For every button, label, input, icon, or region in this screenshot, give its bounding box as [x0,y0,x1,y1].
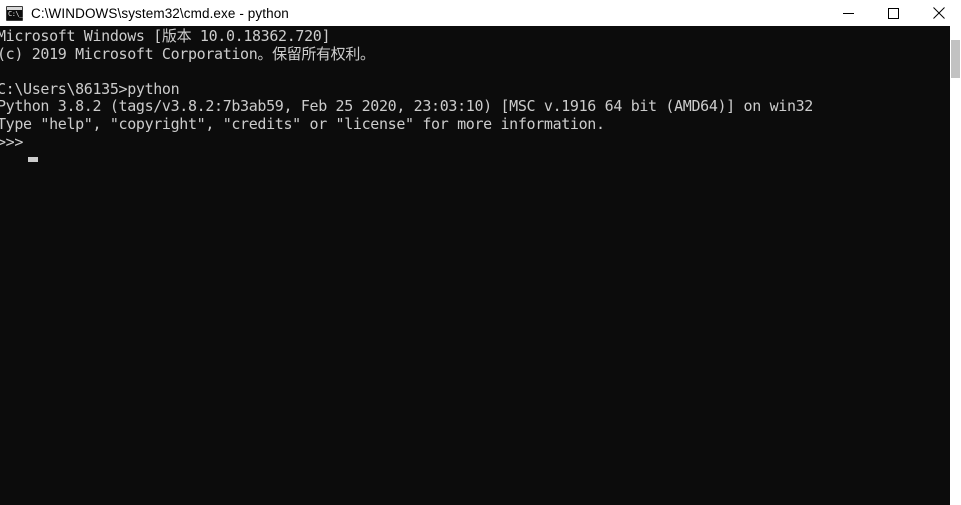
cmd-window: C:\_ C:\WINDOWS\system32\cmd.exe - pytho… [0,0,961,505]
console-output-area[interactable]: Microsoft Windows [版本 10.0.18362.720] (c… [0,26,950,505]
close-icon [932,7,945,19]
title-bar[interactable]: C:\_ C:\WINDOWS\system32\cmd.exe - pytho… [0,0,961,26]
window-title: C:\WINDOWS\system32\cmd.exe - python [31,5,289,21]
minimize-icon [843,12,854,14]
cmd-console-icon: C:\_ [6,5,23,21]
vertical-scrollbar[interactable] [950,26,961,505]
minimize-button[interactable] [826,0,871,26]
console-text: Microsoft Windows [版本 10.0.18362.720] (c… [0,27,813,151]
maximize-icon [888,7,899,19]
window-controls [826,0,961,26]
maximize-button[interactable] [871,0,916,26]
text-cursor [28,157,38,162]
scrollbar-thumb[interactable] [951,40,960,78]
icon-prompt-glyph: C:\_ [8,9,23,18]
close-button[interactable] [916,0,961,26]
